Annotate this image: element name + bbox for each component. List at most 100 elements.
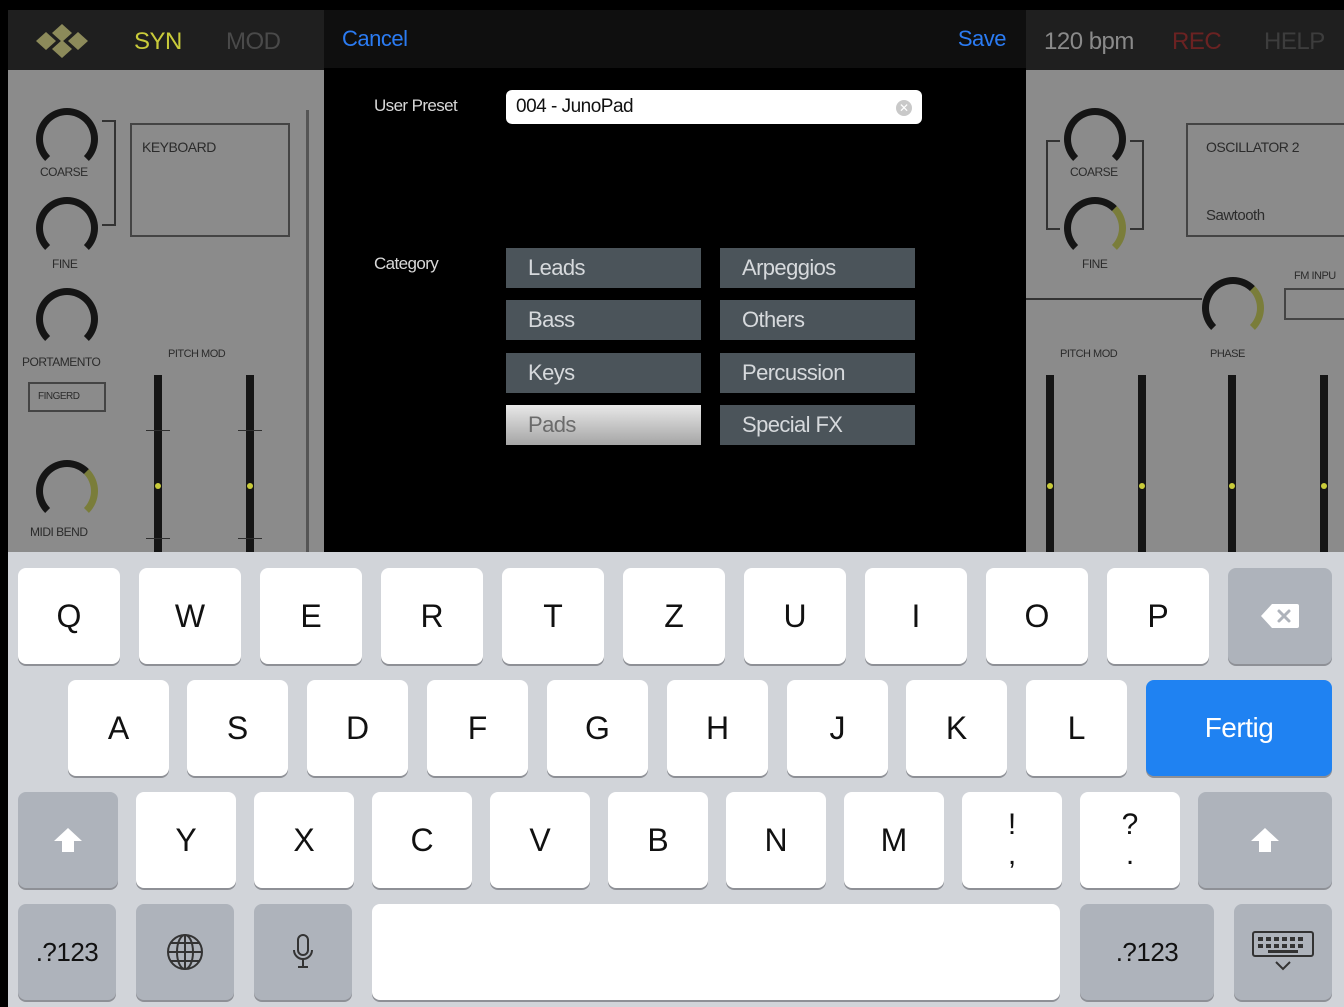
- portamento-knob[interactable]: [36, 288, 98, 350]
- midi-bend-knob[interactable]: [36, 460, 98, 522]
- phase-slider[interactable]: [1228, 375, 1236, 552]
- key-m[interactable]: M: [844, 792, 944, 888]
- category-others[interactable]: Others: [720, 300, 915, 340]
- left-synth-panel: COARSE FINE PORTAMENTO FINGERD MIDI BEND…: [8, 70, 324, 552]
- dictation-key[interactable]: [254, 904, 352, 1000]
- fine-knob-osc2[interactable]: [1064, 197, 1126, 259]
- shift-key-left[interactable]: [18, 792, 118, 888]
- record-button[interactable]: REC: [1172, 28, 1222, 56]
- pitch-mod-slider-4[interactable]: [1138, 375, 1146, 552]
- pitch-mod-slider-3[interactable]: [1046, 375, 1054, 552]
- fingered-toggle[interactable]: FINGERD: [28, 382, 106, 412]
- key-h[interactable]: H: [667, 680, 768, 776]
- coarse-knob-osc2[interactable]: [1064, 108, 1126, 170]
- user-preset-input[interactable]: [506, 90, 922, 124]
- key-comma-label: ,: [1007, 838, 1017, 871]
- key-w[interactable]: W: [139, 568, 241, 664]
- panel-divider: [306, 110, 309, 552]
- clear-text-icon[interactable]: ✕: [896, 100, 912, 116]
- done-key[interactable]: Fertig: [1146, 680, 1332, 776]
- category-leads[interactable]: Leads: [506, 248, 701, 288]
- key-exclamation-label: !: [1007, 808, 1017, 841]
- key-period-label: .: [1125, 838, 1135, 871]
- knob-bracket: [102, 120, 116, 226]
- phase-knob[interactable]: [1202, 277, 1264, 339]
- fm-input-box[interactable]: [1284, 288, 1344, 320]
- key-q[interactable]: Q: [18, 568, 120, 664]
- key-d[interactable]: D: [307, 680, 408, 776]
- save-button[interactable]: Save: [958, 26, 1007, 52]
- fm-input-label: FM INPU: [1294, 270, 1336, 282]
- delete-icon: [1261, 604, 1299, 628]
- key-l[interactable]: L: [1026, 680, 1127, 776]
- slider-tick: [238, 430, 262, 431]
- key-b[interactable]: B: [608, 792, 708, 888]
- shift-key-right[interactable]: [1198, 792, 1332, 888]
- category-arpeggios[interactable]: Arpeggios: [720, 248, 915, 288]
- microphone-icon: [293, 934, 313, 968]
- midi-bend-label: MIDI BEND: [30, 525, 88, 539]
- category-special-fx[interactable]: Special FX: [720, 405, 915, 445]
- category-keys[interactable]: Keys: [506, 353, 701, 393]
- key-exclamation-comma[interactable]: ! ,: [962, 792, 1062, 888]
- key-y[interactable]: Y: [136, 792, 236, 888]
- slider-handle[interactable]: [1139, 483, 1145, 489]
- numbers-key-left[interactable]: .?123: [18, 904, 116, 1000]
- connector-line: [1026, 298, 1202, 300]
- key-i[interactable]: I: [865, 568, 967, 664]
- help-button[interactable]: HELP: [1264, 28, 1325, 56]
- user-preset-label: User Preset: [374, 96, 458, 115]
- portamento-label: PORTAMENTO: [22, 355, 101, 369]
- pitch-mod-slider-1[interactable]: [154, 375, 162, 552]
- hide-keyboard-key[interactable]: [1234, 904, 1332, 1000]
- key-question-period[interactable]: ? .: [1080, 792, 1180, 888]
- fingered-label: FINGERD: [38, 391, 80, 402]
- key-e[interactable]: E: [260, 568, 362, 664]
- key-z[interactable]: Z: [623, 568, 725, 664]
- key-t[interactable]: T: [502, 568, 604, 664]
- key-j[interactable]: J: [787, 680, 888, 776]
- slider-handle[interactable]: [1047, 483, 1053, 489]
- tab-mod[interactable]: MOD: [226, 28, 281, 56]
- fine-knob[interactable]: [36, 197, 98, 259]
- pitch-mod-slider-2[interactable]: [246, 375, 254, 552]
- slider-handle[interactable]: [247, 483, 253, 489]
- numbers-key-right[interactable]: .?123: [1080, 904, 1214, 1000]
- cancel-button[interactable]: Cancel: [342, 26, 408, 52]
- key-n[interactable]: N: [726, 792, 826, 888]
- coarse-label-osc2: COARSE: [1070, 165, 1118, 179]
- dialog-header: Cancel Save: [324, 10, 1026, 68]
- key-p[interactable]: P: [1107, 568, 1209, 664]
- key-k[interactable]: K: [906, 680, 1007, 776]
- coarse-knob[interactable]: [36, 108, 98, 170]
- bpm-display[interactable]: 120 bpm: [1044, 28, 1134, 56]
- space-bar[interactable]: [372, 904, 1060, 1000]
- key-g[interactable]: G: [547, 680, 648, 776]
- fm-slider[interactable]: [1320, 375, 1328, 552]
- keyboard-box: KEYBOARD: [130, 123, 290, 237]
- key-r[interactable]: R: [381, 568, 483, 664]
- category-bass[interactable]: Bass: [506, 300, 701, 340]
- delete-key[interactable]: [1228, 568, 1332, 664]
- oscillator-2-box[interactable]: OSCILLATOR 2 Sawtooth: [1186, 123, 1344, 237]
- key-v[interactable]: V: [490, 792, 590, 888]
- key-c[interactable]: C: [372, 792, 472, 888]
- key-f[interactable]: F: [427, 680, 528, 776]
- save-preset-dialog: Cancel Save User Preset ✕ Category Leads…: [324, 10, 1026, 552]
- app-logo-icon: [36, 24, 88, 58]
- key-u[interactable]: U: [744, 568, 846, 664]
- slider-handle[interactable]: [1321, 483, 1327, 489]
- on-screen-keyboard: Q W E R T Z U I O P A S D F G H J K L Fe…: [8, 552, 1344, 1007]
- tab-syn[interactable]: SYN: [134, 28, 182, 56]
- key-a[interactable]: A: [68, 680, 169, 776]
- key-x[interactable]: X: [254, 792, 354, 888]
- category-label: Category: [374, 254, 439, 273]
- slider-handle[interactable]: [155, 483, 161, 489]
- globe-key[interactable]: [136, 904, 234, 1000]
- slider-handle[interactable]: [1229, 483, 1235, 489]
- category-pads[interactable]: Pads: [506, 405, 701, 445]
- slider-tick: [146, 538, 170, 539]
- key-s[interactable]: S: [187, 680, 288, 776]
- key-o[interactable]: O: [986, 568, 1088, 664]
- category-percussion[interactable]: Percussion: [720, 353, 915, 393]
